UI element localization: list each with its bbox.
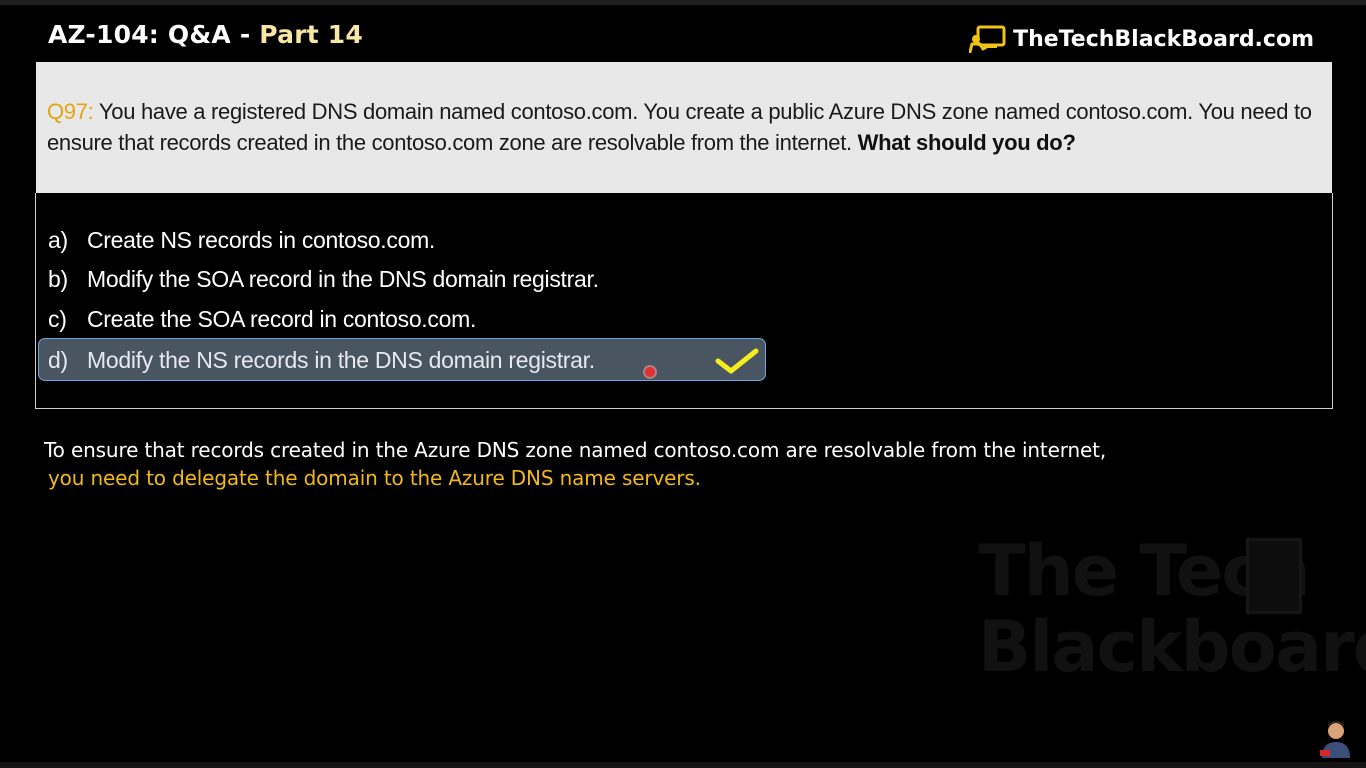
- question-panel: Q97: You have a registered DNS domain na…: [36, 62, 1332, 193]
- watermark-line: The Tech: [978, 530, 1311, 612]
- option-letter: c): [48, 306, 67, 332]
- title-main: AZ-104: Q&A: [48, 20, 231, 49]
- slide-title: AZ-104: Q&A - Part 14: [48, 20, 363, 49]
- explanation-line: To ensure that records created in the Az…: [44, 438, 1107, 462]
- option-c[interactable]: c) Create the SOA record in contoso.com.: [48, 306, 476, 333]
- answer-explanation: To ensure that records created in the Az…: [44, 436, 1334, 492]
- explanation-highlight: you need to delegate the domain to the A…: [48, 466, 701, 490]
- option-b[interactable]: b) Modify the SOA record in the DNS domai…: [48, 266, 599, 293]
- slide: AZ-104: Q&A - Part 14 TheTechBlackBoard.…: [0, 0, 1366, 768]
- option-text: Modify the SOA record in the DNS domain …: [87, 266, 599, 292]
- watermark-logo: The Tech Blackboard: [978, 530, 1366, 695]
- checkmark-icon: [715, 348, 759, 374]
- bottom-edge: [0, 762, 1366, 768]
- title-separator: -: [239, 20, 251, 49]
- question-number: Q97:: [47, 99, 94, 124]
- brand: TheTechBlackBoard.com: [969, 25, 1314, 53]
- option-d-correct[interactable]: d) Modify the NS records in the DNS domai…: [38, 338, 766, 381]
- top-edge: [0, 0, 1366, 5]
- question-text: Q97: You have a registered DNS domain na…: [47, 96, 1322, 158]
- cursor-pointer-dot: [645, 367, 655, 377]
- option-letter: b): [48, 266, 68, 292]
- watermark-line: Blackboard: [978, 606, 1366, 688]
- watermark-board-icon: [1246, 538, 1302, 614]
- option-d: d) Modify the NS records in the DNS domai…: [48, 347, 595, 374]
- option-text: Create NS records in contoso.com.: [87, 227, 436, 253]
- question-emphasis: What should you do?: [857, 130, 1076, 155]
- option-text: Create the SOA record in contoso.com.: [87, 306, 477, 332]
- option-a[interactable]: a) Create NS records in contoso.com.: [48, 227, 435, 254]
- options-panel: a) Create NS records in contoso.com. b) Mo…: [35, 193, 1333, 409]
- title-part: Part 14: [259, 20, 363, 49]
- presenter-avatar: [1316, 714, 1356, 758]
- option-letter: a): [48, 227, 68, 253]
- question-body: You have a registered DNS domain named c…: [47, 99, 1312, 155]
- option-text: Modify the NS records in the DNS domain …: [87, 347, 595, 373]
- brand-text: TheTechBlackBoard.com: [1013, 26, 1314, 52]
- option-letter: d): [48, 347, 68, 373]
- blackboard-teacher-icon: [969, 25, 1006, 53]
